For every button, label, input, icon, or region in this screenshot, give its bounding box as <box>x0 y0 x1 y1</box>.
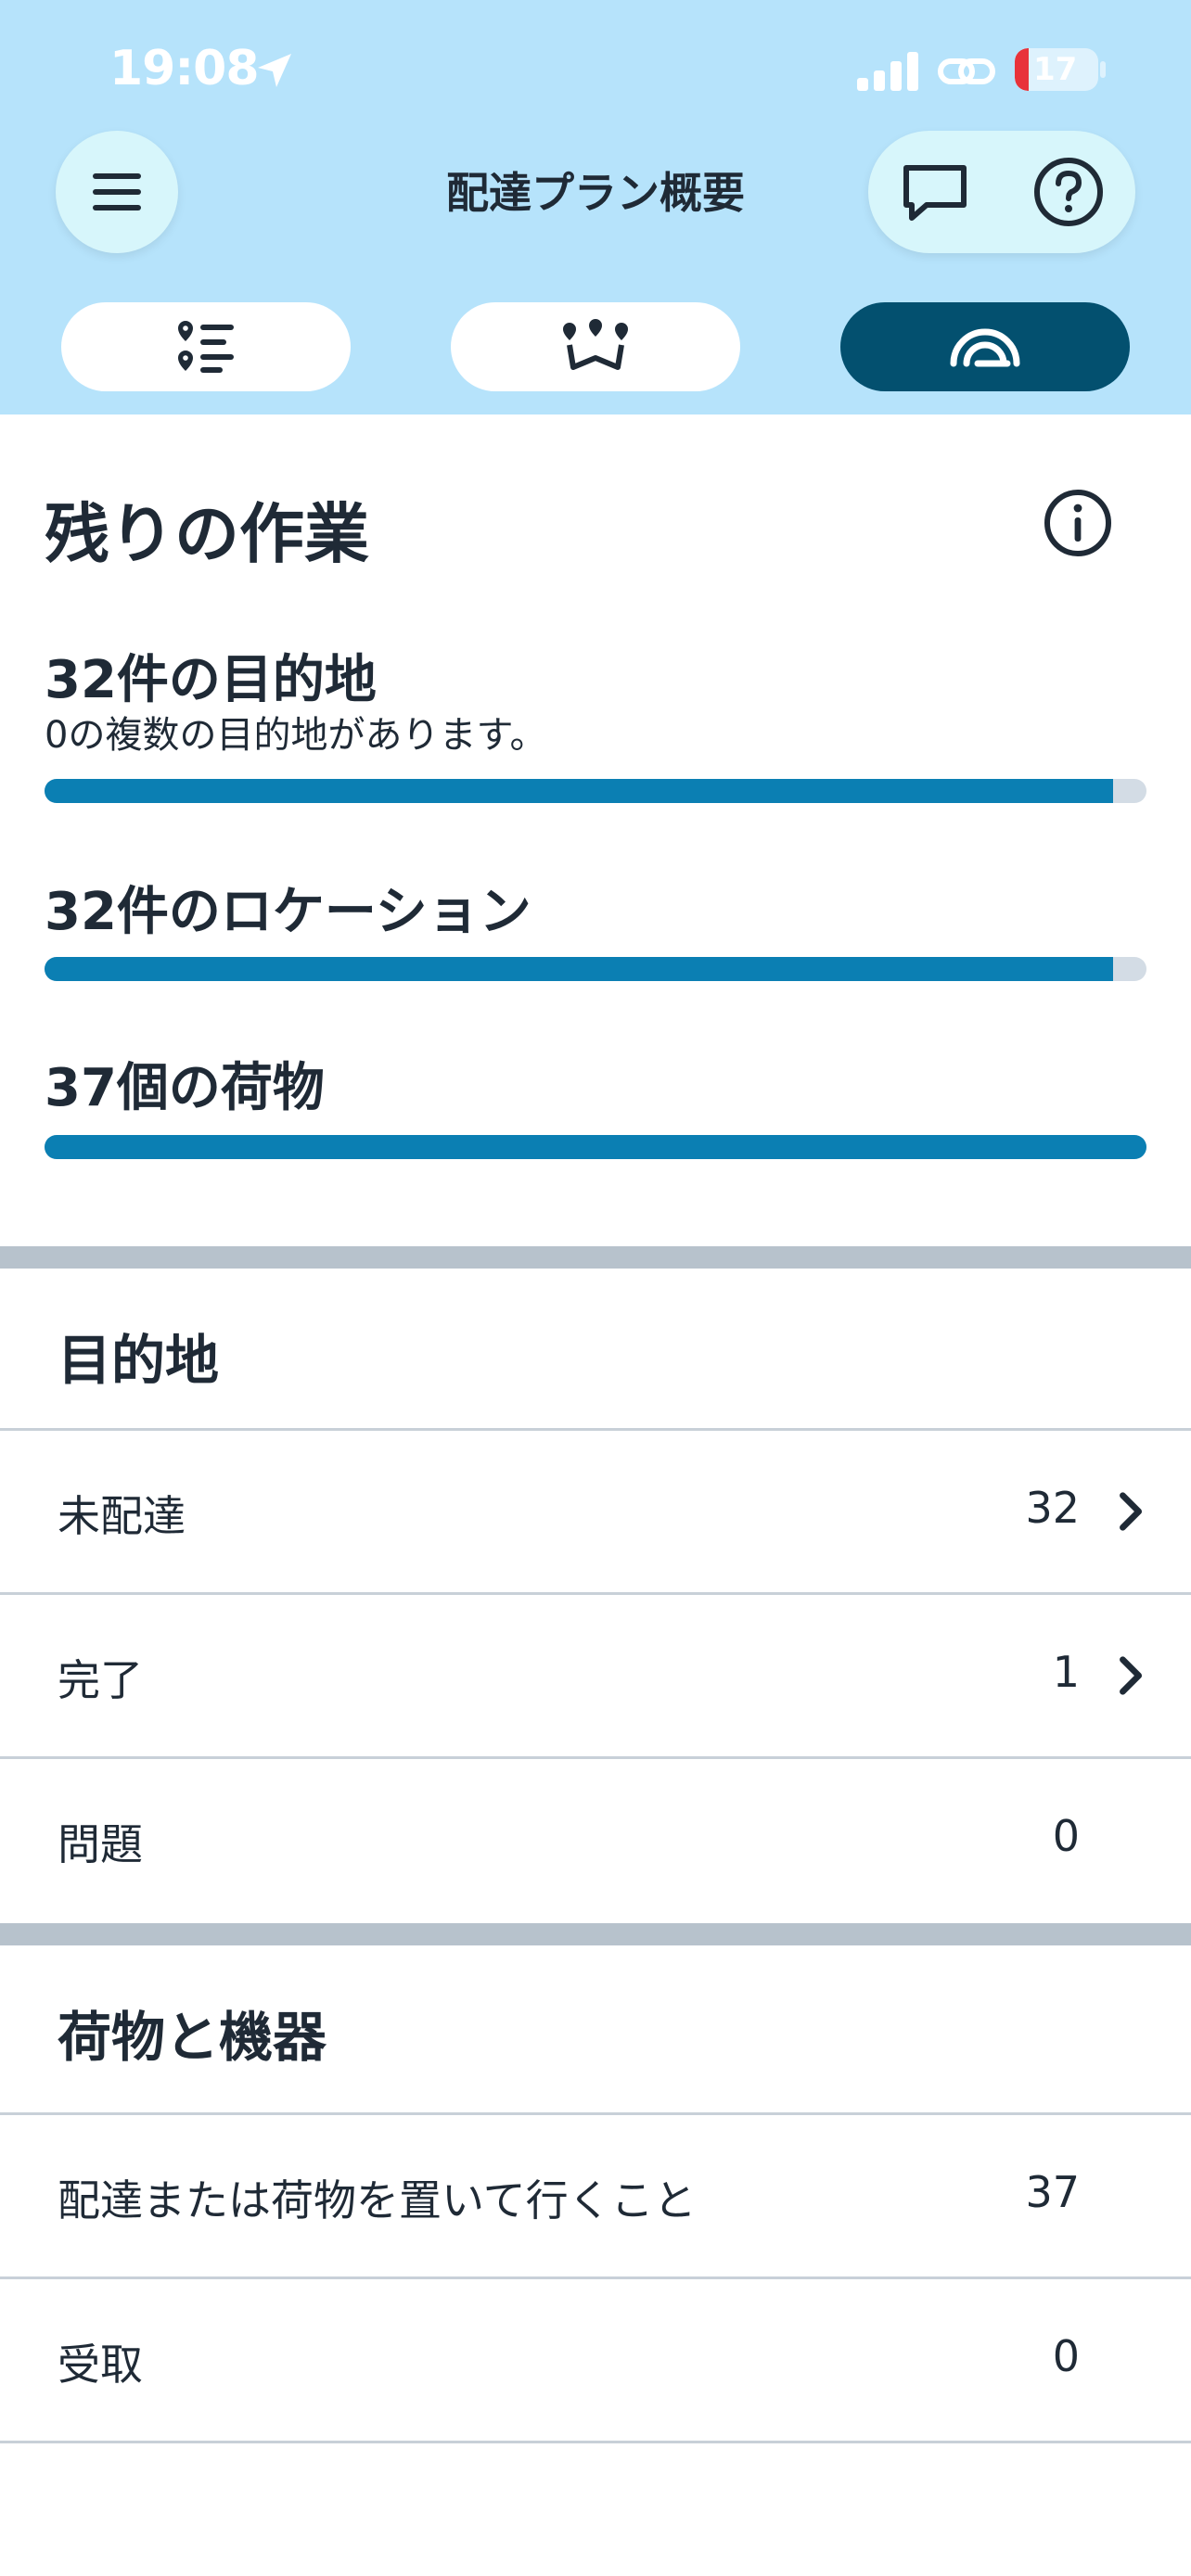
row-count: 37 <box>1025 2167 1080 2217</box>
packages-section-title: 荷物と機器 <box>58 2006 327 2069</box>
row-completed[interactable]: 完了 1 <box>0 1595 1191 1756</box>
help-icon <box>1034 158 1103 226</box>
row-count: 1 <box>1052 1647 1080 1697</box>
gauge-icon <box>950 328 1020 367</box>
help-button[interactable] <box>1002 131 1135 253</box>
status-time: 19:08 <box>109 41 260 96</box>
locations-remaining-title: 32件のロケーション <box>45 882 531 942</box>
section-divider <box>0 1246 1191 1269</box>
info-icon[interactable] <box>1043 488 1113 558</box>
chevron-right-icon <box>1120 1492 1143 1531</box>
row-label: 問題 <box>58 1819 143 1869</box>
row-label: 受取 <box>58 2340 143 2390</box>
row-count: 0 <box>1052 1811 1080 1861</box>
row-label: 未配達 <box>58 1491 186 1541</box>
chevron-right-icon <box>1120 1656 1143 1695</box>
location-arrow-icon <box>258 54 291 87</box>
link-icon <box>938 58 995 84</box>
section-divider <box>0 1923 1191 1945</box>
page-title: 配達プラン概要 <box>446 168 745 218</box>
chat-icon <box>903 165 967 221</box>
battery-tip <box>1100 61 1106 78</box>
row-count: 32 <box>1025 1483 1080 1533</box>
row-problems: 問題 0 <box>0 1759 1191 1920</box>
chat-button[interactable] <box>868 131 1002 253</box>
menu-icon <box>93 173 141 210</box>
row-undelivered[interactable]: 未配達 32 <box>0 1431 1191 1592</box>
row-divider <box>0 2441 1191 2443</box>
destinations-progress-bar <box>45 779 1146 803</box>
signal-icon <box>857 52 918 91</box>
destinations-progress-fill <box>45 779 1114 803</box>
destinations-remaining-title: 32件の目的地 <box>45 650 377 710</box>
list-pins-icon <box>178 321 234 373</box>
battery-level-fill <box>1015 48 1030 91</box>
packages-remaining-title: 37個の荷物 <box>45 1058 325 1118</box>
route-map-icon <box>563 319 628 370</box>
row-pickup: 受取 0 <box>0 2279 1191 2441</box>
row-deliver-or-leave: 配達または荷物を置いて行くこと 37 <box>0 2115 1191 2276</box>
header-actions <box>868 131 1135 253</box>
packages-progress-bar <box>45 1135 1146 1159</box>
destinations-section-title: 目的地 <box>58 1329 220 1392</box>
row-label: 配達または荷物を置いて行くこと <box>58 2175 697 2225</box>
status-bar: 19:08 17 <box>0 0 1191 130</box>
row-label: 完了 <box>58 1655 143 1705</box>
tab-stop-list[interactable] <box>61 302 351 391</box>
locations-progress-fill <box>45 957 1114 981</box>
packages-progress-fill <box>45 1135 1146 1159</box>
tab-route-map[interactable] <box>451 302 740 391</box>
locations-progress-bar <box>45 957 1146 981</box>
destinations-remaining-subtitle: 0の複数の目的地があります。 <box>45 714 547 757</box>
battery-icon: 17 <box>1015 48 1098 91</box>
row-count: 0 <box>1052 2331 1080 2381</box>
battery-percent: 17 <box>1033 51 1078 88</box>
remaining-work-title: 残りの作業 <box>45 496 369 572</box>
menu-button[interactable] <box>56 131 178 253</box>
tab-summary[interactable] <box>840 302 1130 391</box>
